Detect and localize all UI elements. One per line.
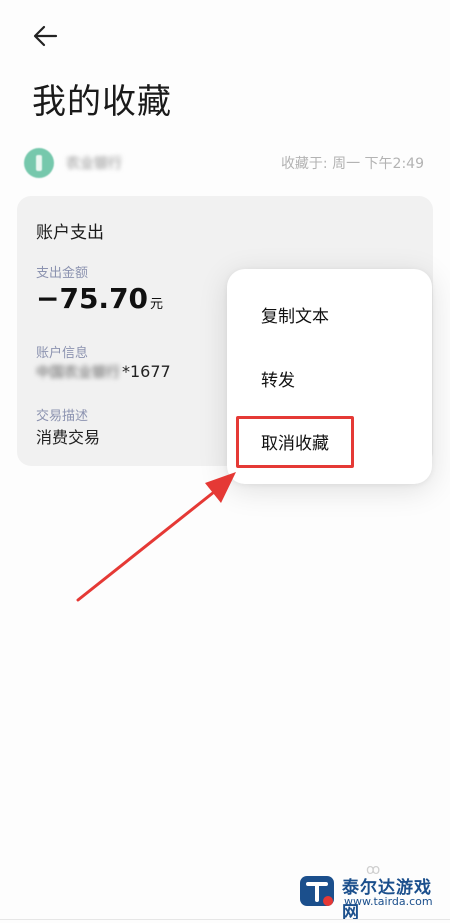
bank-avatar (24, 148, 54, 178)
account-label: 账户信息 (36, 346, 89, 361)
amount-unit: 元 (150, 297, 164, 312)
watermark: 泰尔达游戏网 www.tairda.com (298, 868, 438, 923)
saved-time: 收藏于: 周一 下午2:49 (280, 156, 424, 172)
amount-number: −75.70 (36, 282, 149, 315)
desc-value: 消费交易 (36, 428, 101, 447)
watermark-logo-icon (300, 876, 334, 906)
menu-item-copy-text[interactable]: 复制文本 (261, 302, 329, 327)
amount-label: 支出金额 (36, 266, 89, 281)
watermark-url: www.tairda.com (344, 895, 433, 908)
amount-value: −75.70 元 (36, 282, 163, 315)
source-name: 农业银行 (66, 156, 122, 172)
page-title: 我的收藏 (32, 82, 172, 122)
account-suffix: *1677 (122, 362, 171, 381)
account-name-blurred: 中国农业银行 (36, 365, 120, 381)
highlight-box (236, 416, 354, 468)
back-button[interactable] (30, 22, 64, 50)
source-row: 农业银行 收藏于: 周一 下午2:49 (24, 148, 424, 178)
account-value: 中国农业银行 *1677 (36, 362, 171, 382)
arrow-left-icon (33, 25, 58, 47)
card-title: 账户支出 (36, 223, 104, 243)
menu-item-forward[interactable]: 转发 (261, 366, 295, 391)
desc-label: 交易描述 (36, 409, 89, 424)
